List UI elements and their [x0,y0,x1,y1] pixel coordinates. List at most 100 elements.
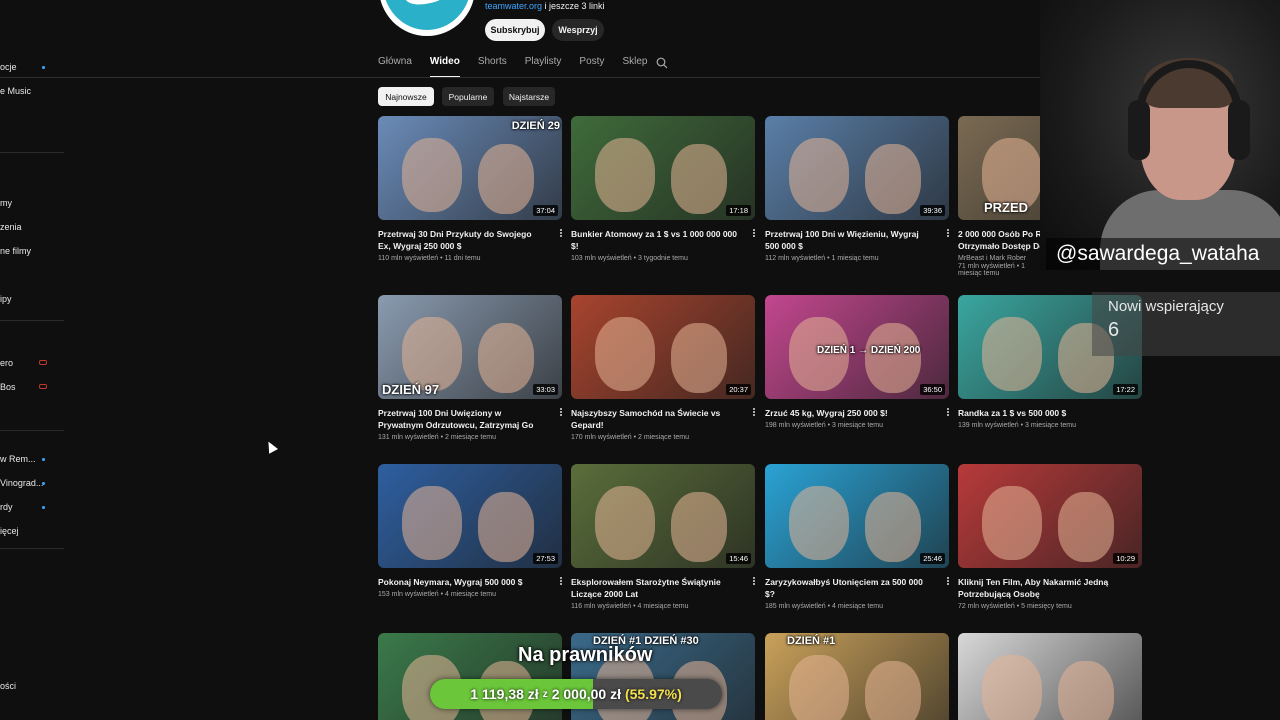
sidebar-item[interactable]: ne filmy [0,246,31,256]
sidebar-divider [0,320,64,321]
sidebar-item[interactable]: my [0,198,12,208]
thumbnail-face [595,486,655,560]
video-duration: 17:18 [726,205,751,216]
thumbnail-face [982,655,1042,720]
thumbnail-overlay-text: DZIEŃ 29 [511,120,560,132]
filter-chip[interactable]: Popularne [442,87,494,106]
more-options-icon[interactable] [943,228,953,240]
donation-percent: (55.97%) [624,686,682,702]
video-thumbnail[interactable] [958,633,1142,720]
sidebar-item[interactable]: ości [0,681,16,691]
more-options-icon[interactable] [556,576,566,588]
thumbnail-face [789,655,849,720]
thumbnail-face [478,323,534,393]
more-options-icon[interactable] [556,407,566,419]
channel-link[interactable]: teamwater.org [485,1,542,11]
video-title[interactable]: Pokonaj Neymara, Wygraj 500 000 $ [378,576,546,588]
video-title[interactable]: Zrzuć 45 kg, Wygraj 250 000 $! [765,407,933,419]
video-thumbnail[interactable]: 27:53 [378,464,562,568]
search-icon[interactable] [656,57,668,69]
video-thumbnail[interactable]: DZIEŃ 29 37:04 [378,116,562,220]
sidebar-divider [0,548,64,549]
sidebar-item[interactable]: Vinograd... [0,478,43,488]
video-card[interactable]: 10:29 Kliknij Ten Film, Aby Nakarmić Jedn… [958,464,1142,610]
tab-shorts[interactable]: Shorts [478,56,507,78]
more-options-icon[interactable] [749,228,759,240]
subscribe-button[interactable]: Subskrybuj [485,19,545,41]
video-meta: 110 mln wyświetleń • 11 dni temu [378,255,481,262]
video-thumbnail[interactable]: PRZED [958,116,1040,220]
video-title[interactable]: Przetrwaj 30 Dni Przykuty do Swojego Ex,… [378,228,546,252]
video-duration: 27:53 [533,553,558,564]
thumbnail-face [402,138,462,212]
channel-links-more[interactable]: i jeszcze 3 linki [542,1,605,11]
video-thumbnail[interactable]: 10:29 [958,464,1142,568]
video-duration: 20:37 [726,384,751,395]
channel-avatar[interactable] [379,0,475,36]
video-meta: 153 mln wyświetleń • 4 miesiące temu [378,591,496,598]
video-card[interactable]: 20:37 Najszybszy Samochód na Świecie vs G… [571,295,755,441]
video-meta: 103 mln wyświetleń • 3 tygodnie temu [571,255,688,262]
new-content-dot-icon [42,66,45,69]
sidebar-item[interactable]: ięcej [0,526,19,536]
sidebar-item[interactable]: w Rem... [0,454,36,464]
sidebar: ocje e Music my zenia ne filmy ipy ero Bos w Rem… [0,0,64,720]
video-title[interactable]: Przetrwaj 100 Dni Uwięziony w Prywatnym … [378,407,546,431]
tab-główna[interactable]: Główna [378,56,412,78]
video-card[interactable]: DZIEŃ #1 [765,633,949,720]
video-card[interactable]: DZIEŃ 97 33:03 Przetrwaj 100 Dni Uwięziony… [378,295,562,441]
video-thumbnail[interactable]: 25:46 [765,464,949,568]
sidebar-item[interactable]: ipy [0,294,12,304]
video-thumbnail[interactable]: 20:37 [571,295,755,399]
video-card[interactable]: DZIEŃ 1 → DZIEŃ 200 36:50 Zrzuć 45 kg, Wyg… [765,295,949,429]
more-options-icon[interactable] [943,576,953,588]
sidebar-item[interactable]: ocje [0,62,17,72]
video-card[interactable]: 17:18 Bunkier Atomowy za 1 $ vs 1 000 000… [571,116,755,262]
video-title[interactable]: Przetrwaj 100 Dni w Więzieniu, Wygraj 50… [765,228,933,252]
more-options-icon[interactable] [556,228,566,240]
tab-wideo[interactable]: Wideo [429,56,460,78]
video-thumbnail[interactable]: DZIEŃ #1 [765,633,949,720]
video-title[interactable]: 2 000 000 Osób Po Raz Pierwszy Otrzymało… [958,228,1040,252]
video-card[interactable] [958,633,1142,720]
video-thumbnail[interactable]: 17:18 [571,116,755,220]
sidebar-item[interactable]: rdy [0,502,13,512]
video-card[interactable]: PRZED 2 000 000 Osób Po Raz Pierwszy Otrz… [958,116,1040,277]
sidebar-item[interactable]: e Music [0,86,31,96]
video-card[interactable]: 27:53 Pokonaj Neymara, Wygraj 500 000 $ 15… [378,464,562,598]
video-meta: 116 mln wyświetleń • 4 miesiące temu [571,603,689,610]
sidebar-item[interactable]: Bos [0,382,16,392]
video-thumbnail[interactable]: 39:36 [765,116,949,220]
sidebar-item[interactable]: ero [0,358,13,368]
filter-chip[interactable]: Najstarsze [503,87,555,106]
video-duration: 36:50 [920,384,945,395]
support-button[interactable]: Wesprzyj [552,19,604,41]
video-title[interactable]: Eksplorowałem Starożytne Świątynie Liczą… [571,576,739,600]
donation-progress-text: 1 119,38 zł z 2 000,00 zł (55.97%) [430,679,722,709]
more-options-icon[interactable] [943,407,953,419]
more-options-icon[interactable] [749,407,759,419]
more-options-icon[interactable] [749,576,759,588]
video-thumbnail[interactable]: DZIEŃ 1 → DZIEŃ 200 36:50 [765,295,949,399]
video-title[interactable]: Kliknij Ten Film, Aby Nakarmić Jedną Pot… [958,576,1126,600]
video-title[interactable]: Bunkier Atomowy za 1 $ vs 1 000 000 000 … [571,228,739,252]
video-title[interactable]: Randka za 1 $ vs 500 000 $ [958,407,1126,419]
filter-chip[interactable]: Najnowsze [378,87,434,106]
video-duration: 37:04 [533,205,558,216]
video-card[interactable]: DZIEŃ 29 37:04 Przetrwaj 30 Dni Przykuty d… [378,116,562,262]
video-card[interactable]: 39:36 Przetrwaj 100 Dni w Więzieniu, Wygr… [765,116,949,262]
sidebar-item[interactable]: zenia [0,222,22,232]
tab-sklep[interactable]: Sklep [622,56,647,78]
tab-posty[interactable]: Posty [579,56,604,78]
video-duration: 33:03 [533,384,558,395]
thumbnail-face [865,144,921,214]
thumbnail-face [595,138,655,212]
video-card[interactable]: 15:46 Eksplorowałem Starożytne Świątynie … [571,464,755,610]
thumbnail-face [478,144,534,214]
video-thumbnail[interactable]: DZIEŃ 97 33:03 [378,295,562,399]
video-card[interactable]: 25:46 Zaryzykowałbyś Utonięciem za 500 00… [765,464,949,610]
video-title[interactable]: Zaryzykowałbyś Utonięciem za 500 000 $? [765,576,933,600]
video-title[interactable]: Najszybszy Samochód na Świecie vs Gepard… [571,407,739,431]
tab-playlisty[interactable]: Playlisty [525,56,562,78]
video-thumbnail[interactable]: 15:46 [571,464,755,568]
